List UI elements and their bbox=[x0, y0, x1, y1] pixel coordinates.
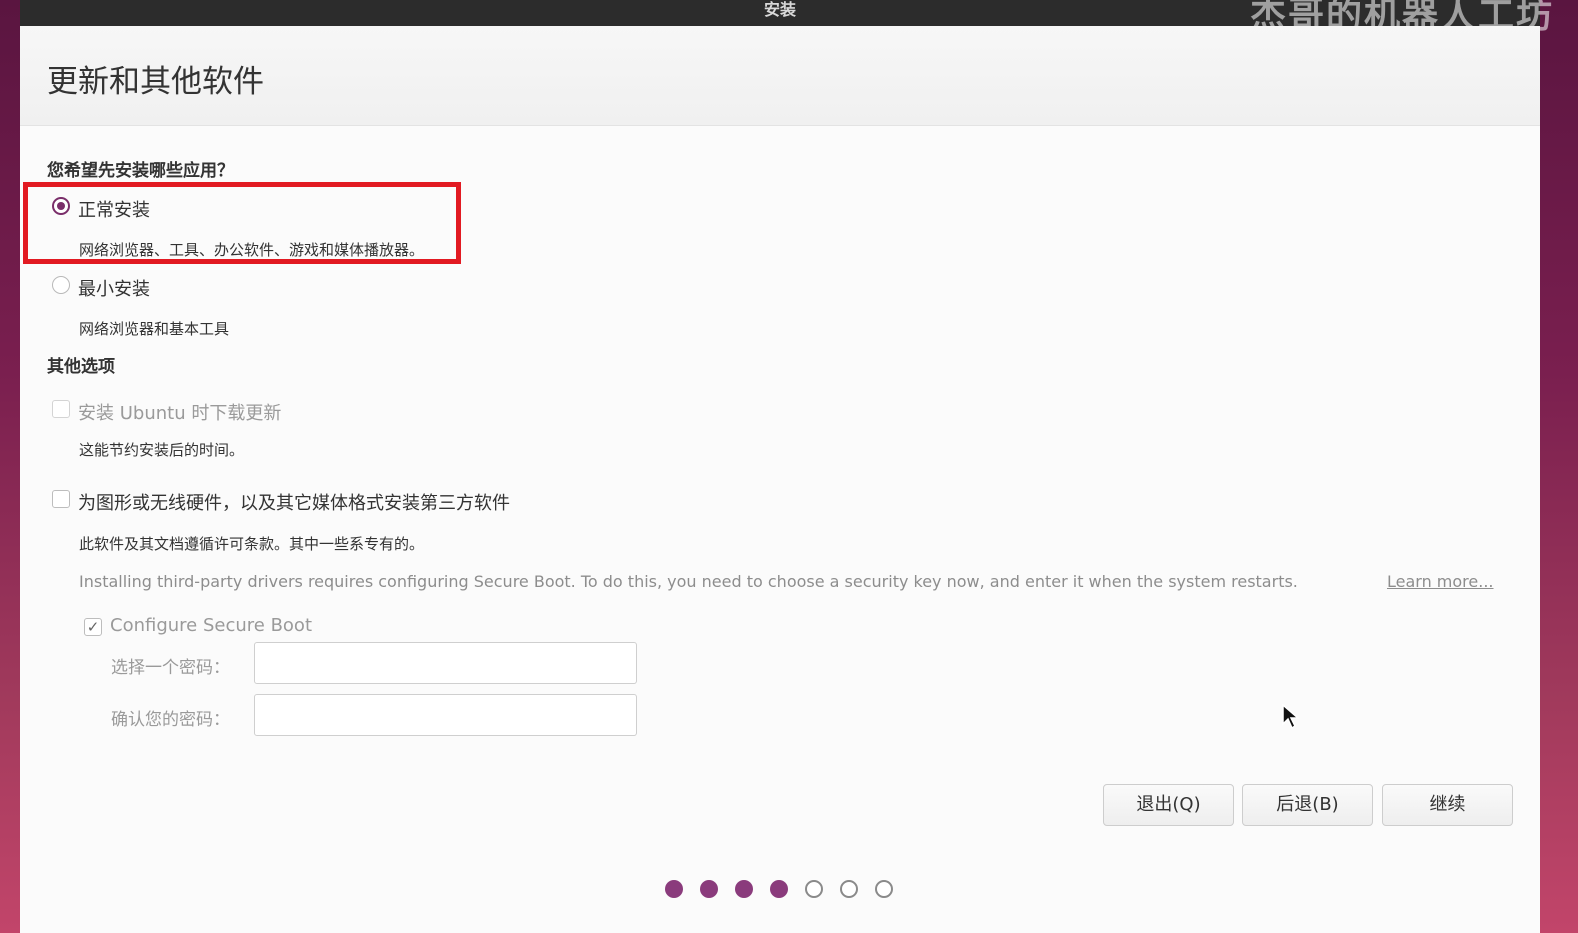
choose-password-label: 选择一个密码： bbox=[111, 658, 230, 678]
quit-button[interactable]: 退出(Q) bbox=[1103, 784, 1234, 826]
progress-dot bbox=[665, 880, 683, 898]
continue-button[interactable]: 继续 bbox=[1382, 784, 1513, 826]
highlight-box bbox=[23, 182, 461, 264]
configure-secure-boot-checkbox[interactable]: ✓ bbox=[84, 618, 102, 636]
progress-dot bbox=[805, 880, 823, 898]
download-updates-label[interactable]: 安装 Ubuntu 时下载更新 bbox=[78, 399, 281, 425]
minimal-install-radio[interactable] bbox=[52, 276, 70, 294]
back-button[interactable]: 后退(B) bbox=[1242, 784, 1373, 826]
download-updates-checkbox[interactable] bbox=[52, 400, 70, 418]
checkmark-icon: ✓ bbox=[86, 618, 100, 636]
install-question: 您希望先安装哪些应用？ bbox=[47, 161, 234, 181]
other-options-title: 其他选项 bbox=[47, 357, 115, 377]
progress-dot bbox=[700, 880, 718, 898]
configure-secure-boot-label[interactable]: Configure Secure Boot bbox=[110, 615, 312, 636]
third-party-description: 此软件及其文档遵循许可条款。其中一些系专有的。 bbox=[79, 535, 425, 553]
choose-password-input[interactable] bbox=[254, 642, 637, 684]
download-updates-description: 这能节约安装后的时间。 bbox=[79, 441, 245, 459]
learn-more-link[interactable]: Learn more... bbox=[1387, 572, 1494, 591]
progress-dot bbox=[840, 880, 858, 898]
third-party-checkbox[interactable] bbox=[52, 490, 70, 508]
minimal-install-label[interactable]: 最小安装 bbox=[78, 275, 150, 301]
page-header: 更新和其他软件 bbox=[20, 26, 1540, 126]
installer-window: 更新和其他软件 您希望先安装哪些应用？ 正常安装 网络浏览器、工具、办公软件、游… bbox=[20, 26, 1540, 933]
progress-dot bbox=[770, 880, 788, 898]
confirm-password-label: 确认您的密码： bbox=[111, 710, 230, 730]
progress-dot bbox=[735, 880, 753, 898]
page-title: 更新和其他软件 bbox=[47, 64, 264, 100]
minimal-install-description: 网络浏览器和基本工具 bbox=[79, 320, 230, 338]
mouse-pointer-icon bbox=[1282, 704, 1300, 730]
confirm-password-input[interactable] bbox=[254, 694, 637, 736]
secure-boot-note: Installing third-party drivers requires … bbox=[79, 572, 1298, 591]
third-party-label[interactable]: 为图形或无线硬件，以及其它媒体格式安装第三方软件 bbox=[78, 489, 510, 515]
progress-dot bbox=[875, 880, 893, 898]
